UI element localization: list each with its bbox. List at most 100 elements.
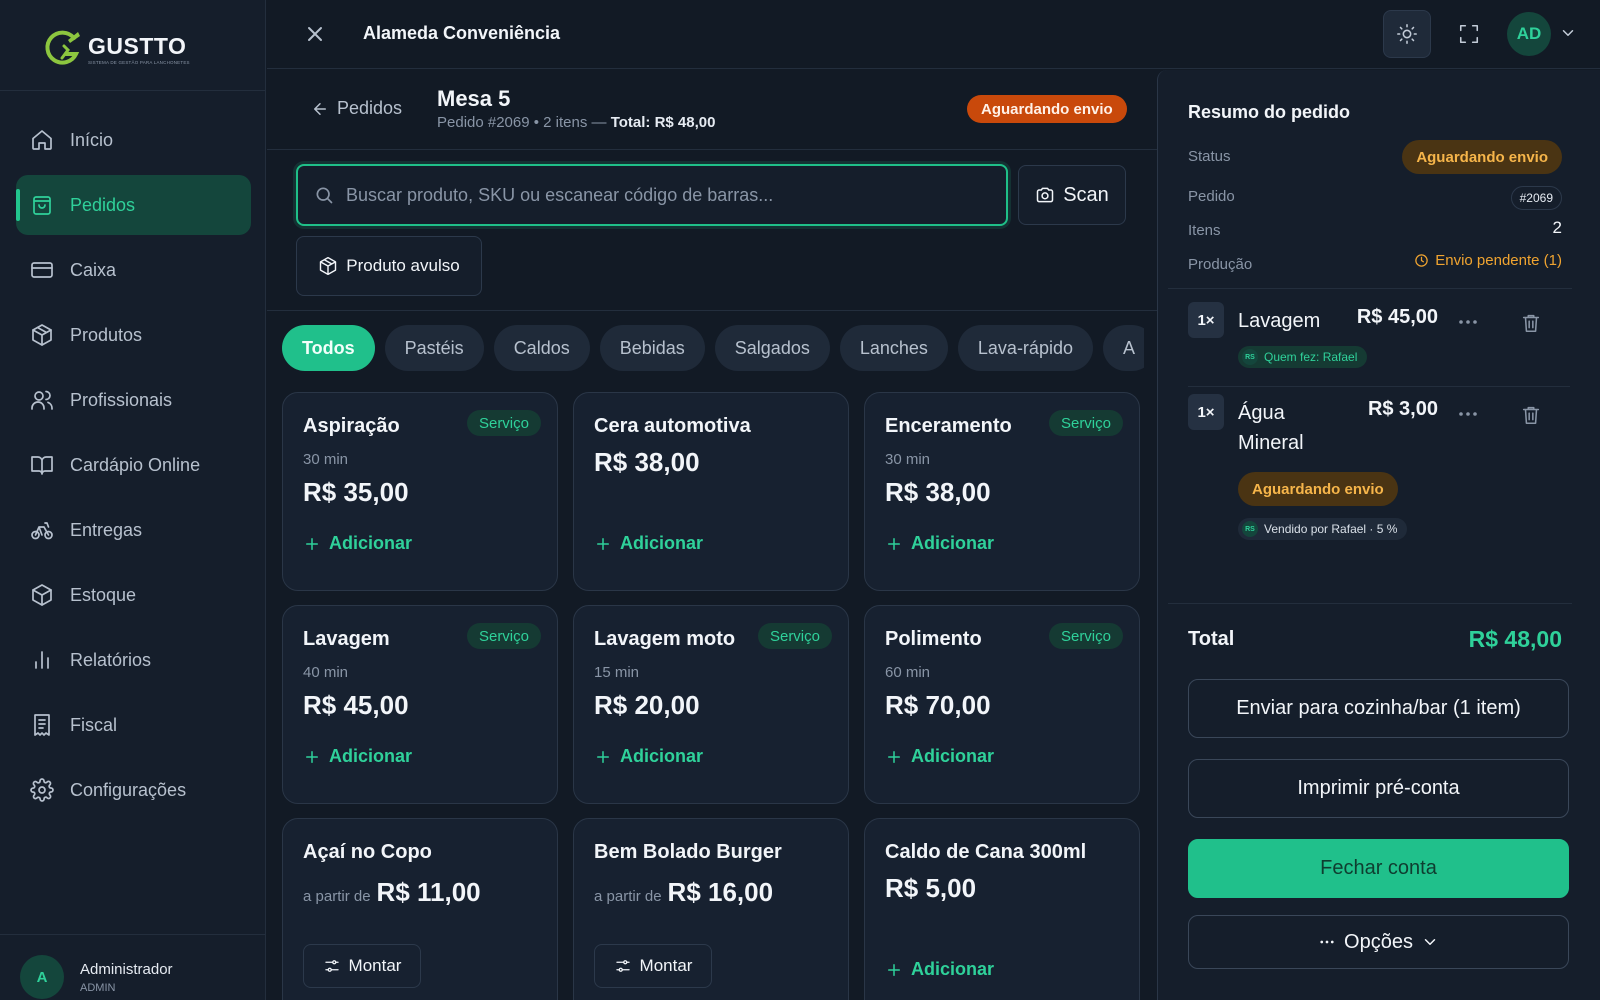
add-button[interactable]: Adicionar [594,533,703,554]
tab-more[interactable]: A [1102,325,1144,371]
add-button[interactable]: Adicionar [885,746,994,767]
product-grid: Aspiração Serviço 30 min R$ 35,00 Adicio… [282,392,1142,1000]
order-item: 1× Água Mineral R$ 3,00 Aguardando envio… [1188,394,1563,544]
avatar: A [20,955,64,999]
fullscreen-button[interactable] [1445,10,1493,58]
store-title: Alameda Conveniência [363,23,561,43]
add-button[interactable]: Adicionar [885,533,994,554]
ellipsis-icon [1459,412,1477,416]
product-price: a partir de R$ 11,00 [303,877,481,908]
camera-icon [1036,187,1054,203]
tab-salgados[interactable]: Salgados [714,325,830,371]
user-avatar-button[interactable]: AD [1507,12,1551,56]
items-label: Itens [1188,222,1221,239]
price-prefix: a partir de [303,888,371,905]
add-button[interactable]: Adicionar [303,533,412,554]
home-icon [30,128,54,152]
logo[interactable]: GUSTTO SISTEMA DE GESTÃO PARA LANCHONETE… [40,28,190,72]
user-profile[interactable]: A Administrador ADMIN [20,955,173,999]
more-options-button[interactable] [1456,310,1480,334]
product-name: Enceramento [885,415,1012,437]
sidebar-item-cardapio[interactable]: Cardápio Online [16,435,251,495]
boxes-icon [30,583,54,607]
custom-product-button[interactable]: Produto avulso [296,236,482,296]
sidebar-item-inicio[interactable]: Início [16,110,251,170]
sidebar-divider [0,90,265,91]
tab-lava-rapido[interactable]: Lava-rápido [957,325,1093,371]
tab-caldos[interactable]: Caldos [493,325,590,371]
sidebar-nav: Início Pedidos Caixa Produtos Profission… [16,110,251,825]
tab-lanches[interactable]: Lanches [839,325,948,371]
remove-item-button[interactable] [1520,404,1542,426]
tab-bebidas[interactable]: Bebidas [599,325,705,371]
category-tabs: Todos Pastéis Caldos Bebidas Salgados La… [282,325,1144,371]
add-button[interactable]: Adicionar [303,746,412,767]
staff-initials: RS [1242,349,1258,365]
sidebar-item-produtos[interactable]: Produtos [16,305,251,365]
send-to-kitchen-button[interactable]: Enviar para cozinha/bar (1 item) [1188,679,1569,738]
product-card[interactable]: Caldo de Cana 300ml R$ 5,00 Adicionar [864,818,1140,1000]
product-price: R$ 38,00 [885,477,991,507]
add-label: Adicionar [620,746,704,766]
product-price: R$ 38,00 [594,447,700,477]
remove-item-button[interactable] [1520,312,1542,334]
sun-icon [1397,24,1417,44]
bar-chart-icon [30,648,54,672]
seller-initials: RS [1242,521,1258,537]
product-card[interactable]: Lavagem moto Serviço 15 min R$ 20,00 Adi… [573,605,849,804]
sidebar-item-relatorios[interactable]: Relatórios [16,630,251,690]
sidebar-item-fiscal[interactable]: Fiscal [16,695,251,755]
back-to-orders-link[interactable]: Pedidos [311,98,402,119]
product-duration: 30 min [885,451,931,468]
options-button[interactable]: Opções [1188,915,1569,969]
sidebar-item-configuracoes[interactable]: Configurações [16,760,251,820]
ellipsis-icon [1320,940,1334,944]
sidebar-item-profissionais[interactable]: Profissionais [16,370,251,430]
add-label: Adicionar [329,746,413,766]
plus-icon [597,537,609,550]
gustto-logo-icon [45,30,80,65]
item-name-line: Mineral [1238,432,1304,454]
product-price: R$ 35,00 [303,477,409,507]
build-label: Montar [639,956,693,975]
order-header: Pedidos Mesa 5 Pedido #2069 • 2 itens — … [267,70,1157,150]
scan-button[interactable]: Scan [1018,165,1126,225]
product-card[interactable]: Enceramento Serviço 30 min R$ 38,00 Adic… [864,392,1140,591]
product-card[interactable]: Aspiração Serviço 30 min R$ 35,00 Adicio… [282,392,558,591]
product-name: Lavagem [303,628,390,650]
product-name: Polimento [885,628,982,650]
product-card[interactable]: Lavagem Serviço 40 min R$ 45,00 Adiciona… [282,605,558,804]
search-input[interactable] [346,184,966,206]
sidebar-item-caixa[interactable]: Caixa [16,240,251,300]
build-button[interactable]: Montar [303,944,421,988]
print-preaccount-button[interactable]: Imprimir pré-conta [1188,759,1569,818]
product-card[interactable]: Bem Bolado Burger a partir de R$ 16,00 M… [573,818,849,1000]
product-card[interactable]: Cera automotiva R$ 38,00 Adicionar [573,392,849,591]
add-button[interactable]: Adicionar [594,746,703,767]
plus-icon [306,750,318,763]
sidebar-item-label: Pedidos [70,194,136,215]
page-title: Mesa 5 [437,86,511,111]
product-duration: 30 min [303,451,349,468]
book-open-icon [30,453,54,477]
close-account-button[interactable]: Fechar conta [1188,839,1569,898]
build-label: Montar [348,956,402,975]
sidebar-item-label: Cardápio Online [70,454,201,475]
sidebar-item-entregas[interactable]: Entregas [16,500,251,560]
shopping-bag-icon [30,193,54,217]
item-status-badge: Aguardando envio [1238,472,1398,506]
theme-toggle-button[interactable] [1383,10,1431,58]
gear-icon [30,778,54,802]
build-button[interactable]: Montar [594,944,712,988]
tab-pasteis[interactable]: Pastéis [384,325,484,371]
tab-todos[interactable]: Todos [282,325,375,371]
chevron-down-icon[interactable] [1559,24,1577,42]
product-card[interactable]: Polimento Serviço 60 min R$ 70,00 Adicio… [864,605,1140,804]
sidebar-item-pedidos[interactable]: Pedidos [16,175,251,235]
add-button[interactable]: Adicionar [885,959,994,980]
more-options-button[interactable] [1456,402,1480,426]
sidebar-item-estoque[interactable]: Estoque [16,565,251,625]
sidebar-item-label: Produtos [70,324,143,345]
close-button[interactable] [303,22,327,46]
product-card[interactable]: Açaí no Copo a partir de R$ 11,00 Montar [282,818,558,1000]
